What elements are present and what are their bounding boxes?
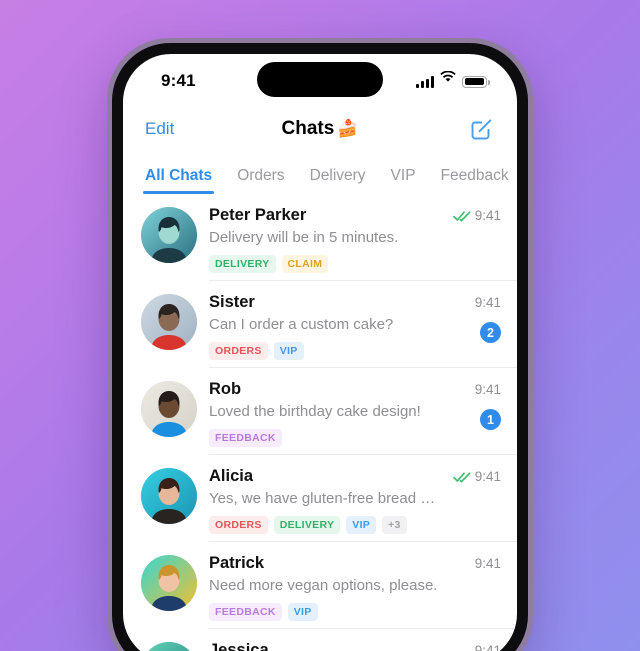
chat-timestamp: 9:41 — [474, 469, 501, 485]
chat-preview-message: Need more vegan options, please. — [209, 577, 438, 595]
chat-preview-message: Can I order a custom cake? — [209, 316, 394, 334]
tag-claim[interactable]: CLAIM — [281, 255, 329, 274]
chat-row[interactable]: Peter Parker Delivery will be in 5 minute… — [123, 194, 517, 282]
chat-content: Sister Can I order a custom cake? ORDERS VI… — [197, 291, 445, 361]
chat-list[interactable]: Peter Parker Delivery will be in 5 minute… — [123, 194, 517, 651]
avatar[interactable] — [141, 294, 197, 351]
chat-meta-top: 9:41 — [475, 643, 501, 651]
page-title-text: Chats — [281, 118, 335, 139]
chat-content: JessicaNice, got it. — [197, 639, 445, 651]
tab-feedback[interactable]: Feedback — [441, 167, 509, 194]
avatar[interactable] — [141, 642, 197, 651]
chat-timestamp: 9:41 — [474, 643, 501, 651]
chat-row[interactable]: JessicaNice, got it. 9:41 — [123, 629, 517, 651]
chat-meta-top: 9:41 — [475, 556, 501, 571]
chat-row[interactable]: Sister Can I order a custom cake? ORDERS VI… — [123, 281, 517, 369]
double-check-icon — [452, 210, 471, 222]
avatar-image — [141, 555, 197, 612]
chat-row[interactable]: Patrick Need more vegan options, please. F… — [123, 542, 517, 630]
chat-content: Patrick Need more vegan options, please. F… — [197, 552, 445, 622]
edit-button[interactable]: Edit — [145, 119, 174, 139]
tag-row: FEEDBACK — [209, 429, 439, 448]
chat-preview-message: Delivery will be in 5 minutes. — [209, 229, 399, 247]
battery-icon — [462, 75, 490, 88]
wifi-icon — [440, 70, 456, 88]
tag-overflow-count[interactable]: +3 — [382, 516, 407, 535]
tab-all-chats[interactable]: All Chats — [142, 167, 215, 194]
chat-meta: 9:41 — [445, 639, 501, 651]
chat-preview-message: Loved the birthday cake design! — [209, 403, 421, 421]
chat-meta: 9:41 — [445, 465, 501, 484]
chat-name: Rob — [209, 380, 242, 399]
chat-timestamp: 9:41 — [474, 208, 501, 223]
tag-orders[interactable]: ORDERS — [209, 342, 268, 361]
tab-vip[interactable]: VIP — [391, 167, 416, 194]
tag-row: FEEDBACK VIP — [209, 603, 439, 622]
tag-vip[interactable]: VIP — [273, 342, 304, 361]
tag-feedback[interactable]: FEEDBACK — [209, 603, 282, 622]
unread-badge: 2 — [480, 322, 501, 344]
tag-row: ORDERS DELIVERY VIP +3 — [209, 516, 439, 535]
tag-feedback[interactable]: FEEDBACK — [209, 429, 282, 448]
avatar-image — [141, 381, 197, 438]
avatar-image — [141, 468, 197, 525]
avatar[interactable] — [141, 468, 197, 525]
navigation-bar: Edit Chats 🍰 — [123, 104, 517, 154]
status-bar: 9:41 — [123, 54, 517, 104]
chat-name: Jessica — [209, 641, 269, 651]
avatar[interactable] — [141, 207, 197, 263]
cellular-bars-icon — [415, 76, 434, 88]
status-bar-time: 9:41 — [161, 71, 196, 90]
tag-vip[interactable]: VIP — [346, 516, 377, 535]
compose-button[interactable] — [469, 116, 495, 142]
phone-frame: 9:41 Edit Chats 🍰 All Chats Orders Deliv… — [107, 38, 533, 651]
chat-content: Rob Loved the birthday cake design! FEEDBA… — [197, 378, 445, 448]
chat-name: Peter Parker — [209, 206, 307, 224]
chat-row[interactable]: Alicia Yes, we have gluten-free bread ava… — [123, 455, 517, 543]
chat-timestamp: 9:41 — [474, 382, 501, 398]
tab-bar[interactable]: All Chats Orders Delivery VIP Feedback E — [123, 154, 517, 194]
avatar-image — [141, 642, 197, 651]
avatar[interactable] — [141, 555, 197, 612]
tag-row: ORDERS VIP — [209, 342, 439, 361]
chat-timestamp: 9:41 — [474, 556, 501, 572]
status-bar-icons — [415, 70, 490, 88]
chat-meta-top: 9:41 — [475, 295, 501, 310]
avatar[interactable] — [141, 381, 197, 438]
tag-vip[interactable]: VIP — [287, 603, 318, 622]
chat-name: Patrick — [209, 554, 265, 573]
double-check-icon — [452, 471, 471, 483]
phone-screen: 9:41 Edit Chats 🍰 All Chats Orders Deliv… — [123, 54, 517, 651]
chat-meta: 9:41 — [445, 204, 501, 223]
page-title: Chats 🍰 — [123, 118, 517, 140]
phone-bezel: 9:41 Edit Chats 🍰 All Chats Orders Deliv… — [112, 43, 528, 651]
tab-delivery[interactable]: Delivery — [310, 167, 366, 194]
chat-preview-message: Yes, we have gluten-free bread available… — [209, 490, 439, 508]
chat-content: Peter Parker Delivery will be in 5 minute… — [197, 204, 445, 274]
tag-row: DELIVERY CLAIM — [209, 255, 439, 274]
tag-delivery[interactable]: DELIVERY — [209, 255, 276, 274]
unread-badge: 1 — [480, 409, 501, 431]
chat-name: Alicia — [209, 467, 254, 486]
dynamic-island — [257, 62, 383, 97]
cake-emoji-icon: 🍰 — [337, 119, 359, 138]
chat-meta: 9:41 1 — [445, 378, 501, 431]
chat-meta-top: 9:41 — [452, 469, 501, 485]
chat-meta: 9:41 2 — [445, 291, 501, 344]
chat-meta: 9:41 — [445, 552, 501, 571]
chat-name: Sister — [209, 293, 255, 312]
chat-meta-top: 9:41 — [452, 208, 501, 223]
tag-orders[interactable]: ORDERS — [209, 516, 268, 535]
avatar-image — [141, 294, 197, 351]
chat-timestamp: 9:41 — [474, 295, 501, 311]
chat-meta-top: 9:41 — [475, 382, 501, 397]
compose-icon — [471, 119, 492, 140]
tab-orders[interactable]: Orders — [237, 167, 284, 194]
chat-row[interactable]: Rob Loved the birthday cake design! FEEDBA… — [123, 368, 517, 456]
avatar-image — [141, 207, 197, 263]
tag-delivery[interactable]: DELIVERY — [273, 516, 341, 535]
chat-content: Alicia Yes, we have gluten-free bread ava… — [197, 465, 445, 535]
